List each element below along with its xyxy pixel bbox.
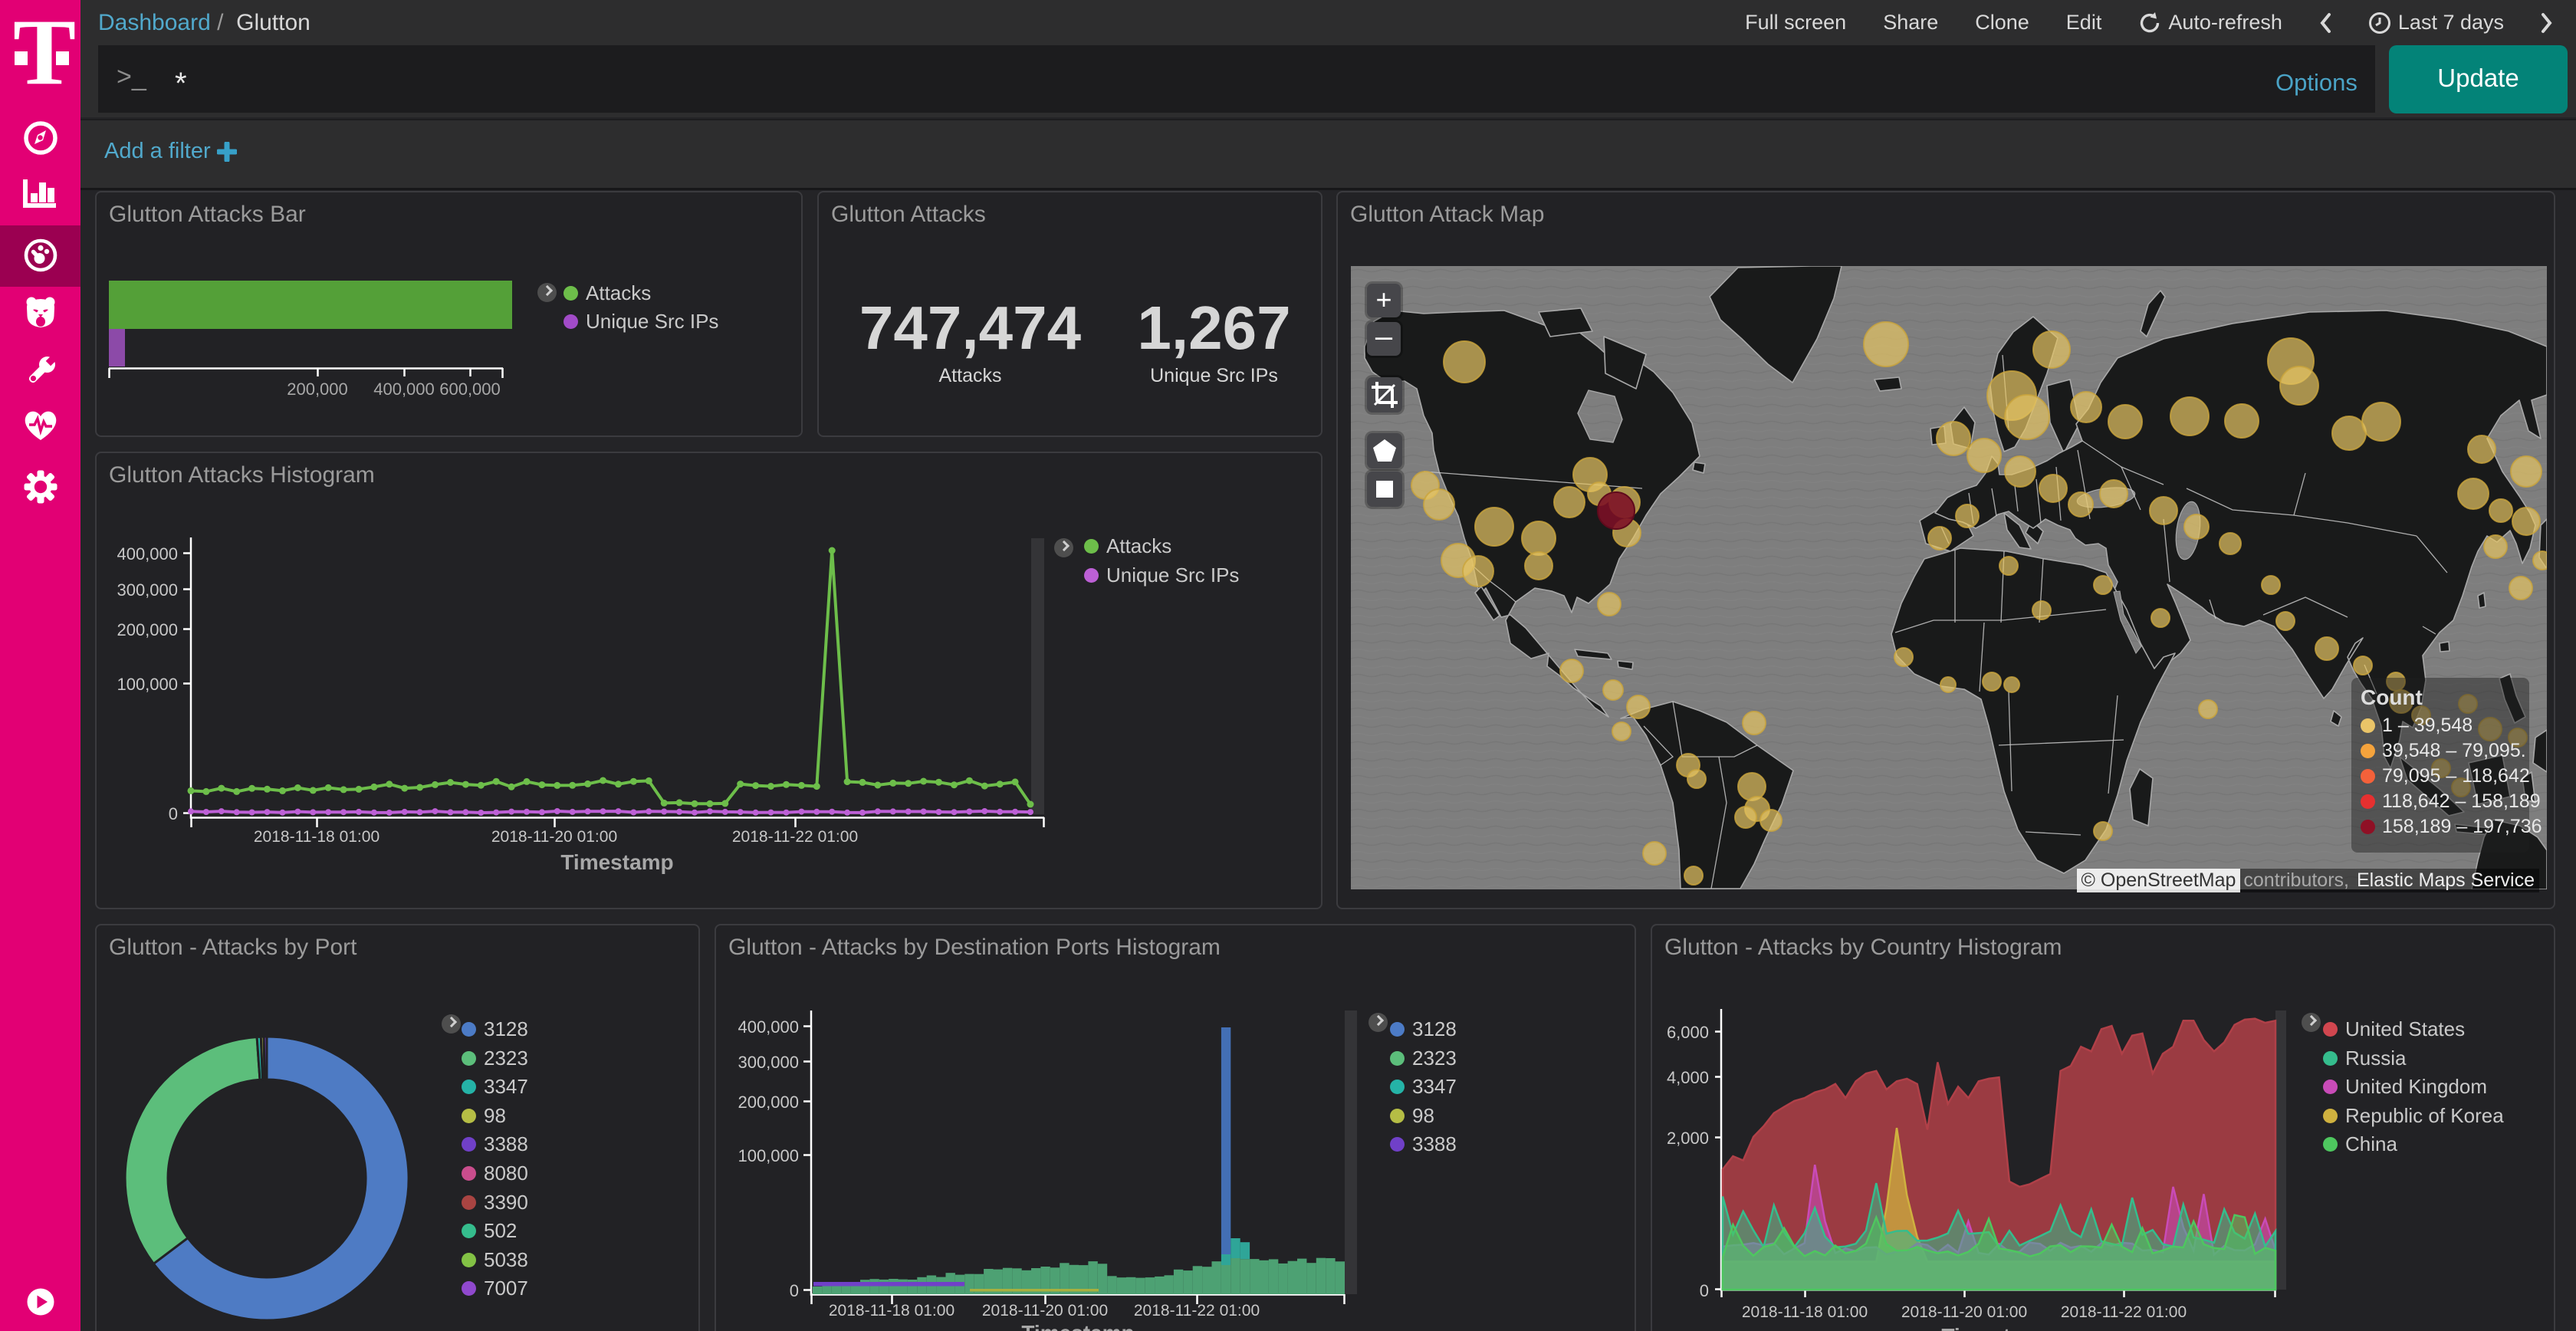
svg-text:100,000: 100,000 — [117, 675, 178, 694]
svg-text:2018-11-20 01:00: 2018-11-20 01:00 — [491, 828, 617, 846]
svg-text:0: 0 — [1700, 1281, 1709, 1300]
svg-text:400,000: 400,000 — [738, 1017, 799, 1037]
svg-text:400,000: 400,000 — [373, 380, 435, 399]
svg-text:2018-11-22 01:00: 2018-11-22 01:00 — [2061, 1303, 2187, 1321]
svg-text:2018-11-20 01:00: 2018-11-20 01:00 — [982, 1302, 1108, 1319]
svg-text:4,000: 4,000 — [1667, 1068, 1709, 1087]
svg-text:2018-11-18 01:00: 2018-11-18 01:00 — [254, 828, 380, 846]
svg-text:2018-11-22 01:00: 2018-11-22 01:00 — [732, 828, 858, 846]
svg-text:6,000: 6,000 — [1667, 1023, 1709, 1042]
svg-text:0: 0 — [169, 804, 178, 823]
svg-text:200,000: 200,000 — [287, 380, 348, 399]
svg-text:200,000: 200,000 — [738, 1093, 799, 1112]
svg-text:0: 0 — [790, 1281, 799, 1300]
svg-text:100,000: 100,000 — [738, 1146, 799, 1165]
svg-text:300,000: 300,000 — [117, 580, 178, 600]
svg-text:2018-11-18 01:00: 2018-11-18 01:00 — [1742, 1303, 1868, 1321]
svg-text:2018-11-20 01:00: 2018-11-20 01:00 — [1901, 1303, 2027, 1321]
svg-text:2,000: 2,000 — [1667, 1129, 1709, 1148]
svg-text:2018-11-18 01:00: 2018-11-18 01:00 — [829, 1302, 955, 1319]
svg-text:Timestamp: Timestamp — [1021, 1321, 1134, 1331]
svg-text:Timestamp: Timestamp — [1941, 1324, 2054, 1331]
svg-text:200,000: 200,000 — [117, 620, 178, 639]
svg-text:2018-11-22 01:00: 2018-11-22 01:00 — [1134, 1302, 1260, 1319]
svg-text:400,000: 400,000 — [117, 544, 178, 564]
svg-text:600,000: 600,000 — [439, 380, 501, 399]
svg-text:Timestamp: Timestamp — [560, 850, 673, 874]
svg-text:300,000: 300,000 — [738, 1053, 799, 1072]
